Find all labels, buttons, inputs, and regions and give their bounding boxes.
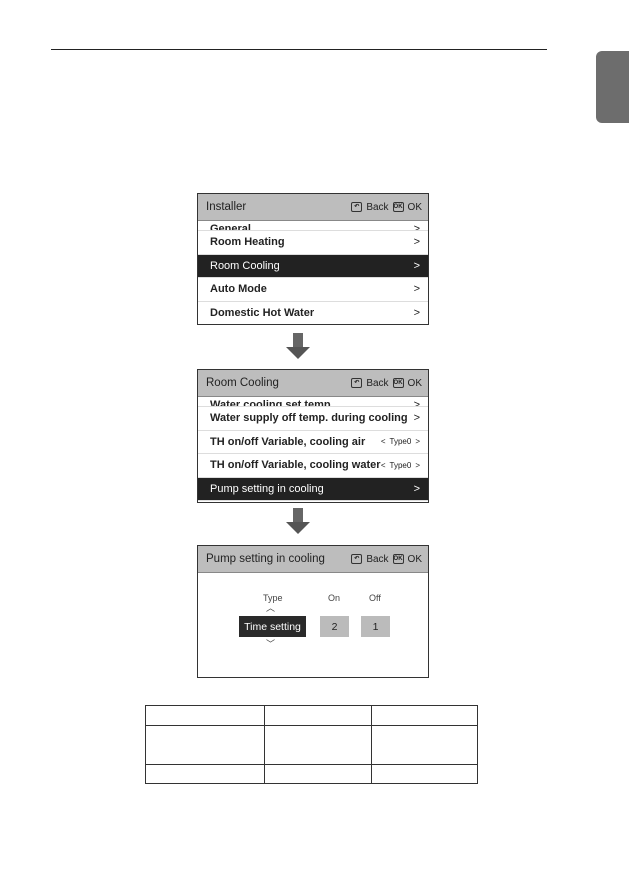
table-cell [145,764,265,784]
chevron-right-icon[interactable]: > [415,437,420,446]
menu-item-general[interactable]: General > [198,221,428,231]
chapter-tab [596,51,629,123]
table-row [145,764,478,784]
table-cell [145,725,265,765]
menu-item-domestic-hot-water[interactable]: Domestic Hot Water > [198,302,428,325]
chevron-down-icon[interactable]: ﹀ [266,637,275,650]
menu-item-th-cooling-air[interactable]: TH on/off Variable, cooling air < Type0 > [198,431,428,454]
table-cell [264,725,372,765]
off-value-field[interactable]: 1 [361,616,390,637]
table-cell [371,764,478,784]
chevron-left-icon[interactable]: < [381,437,386,446]
chevron-right-icon: > [413,236,420,249]
back-button[interactable]: Back [366,378,388,389]
ok-button[interactable]: OK [408,202,422,213]
type-selector[interactable]: Time setting [239,616,306,637]
chevron-right-icon: > [413,259,420,272]
room-cooling-screen: Room Cooling ↶ Back OK OK Water cooling … [197,369,429,503]
screen-header: Pump setting in cooling ↶ Back OK OK [198,546,428,573]
table-cell [264,705,372,726]
ok-icon[interactable]: OK [392,378,404,388]
back-arrow-icon[interactable]: ↶ [351,378,363,388]
back-button[interactable]: Back [366,202,388,213]
chevron-up-icon[interactable]: ︿ [266,601,275,614]
ok-button[interactable]: OK [408,378,422,389]
screen-title: Installer [206,201,247,213]
menu-item-water-cooling-set-temp[interactable]: Water cooling set temp. > [198,397,428,407]
menu-item-th-cooling-water[interactable]: TH on/off Variable, cooling water < Type0… [198,454,428,478]
down-arrow-icon [286,508,310,534]
chevron-right-icon: > [413,223,420,231]
menu-item-room-cooling[interactable]: Room Cooling > [198,254,428,278]
table-cell [371,725,478,765]
table-row [145,705,478,726]
chevron-right-icon[interactable]: > [415,461,420,470]
table-cell [145,705,265,726]
menu-item-auto-mode[interactable]: Auto Mode > [198,278,428,302]
option-value: Type0 [389,460,412,470]
chevron-right-icon: > [413,283,420,296]
menu-item-pump-setting[interactable]: Pump setting in cooling > [198,477,428,501]
screen-title: Pump setting in cooling [206,553,325,565]
ok-icon[interactable]: OK [392,202,404,212]
option-value: Type0 [389,437,412,447]
menu-item-room-heating[interactable]: Room Heating > [198,231,428,255]
table-cell [264,764,372,784]
screen-title: Room Cooling [206,377,279,389]
pump-setting-screen: Pump setting in cooling ↶ Back OK OK Typ… [197,545,429,678]
header-rule [51,49,547,50]
back-arrow-icon[interactable]: ↶ [351,554,363,564]
back-button[interactable]: Back [366,554,388,565]
menu-item-water-supply-off-temp[interactable]: Water supply off temp. during cooling > [198,407,428,431]
chevron-right-icon: > [413,482,420,495]
back-arrow-icon[interactable]: ↶ [351,202,363,212]
table-cell [371,705,478,726]
chevron-right-icon: > [413,412,420,425]
on-label: On [328,593,341,603]
screen-header: Room Cooling ↶ Back OK OK [198,370,428,397]
chevron-left-icon[interactable]: < [381,461,386,470]
ok-button[interactable]: OK [408,554,422,565]
down-arrow-icon [286,333,310,359]
ok-icon[interactable]: OK [392,554,404,564]
table-row [145,725,478,765]
on-value-field[interactable]: 2 [320,616,349,637]
settings-table [145,705,478,784]
screen-header: Installer ↶ Back OK OK [198,194,428,221]
chevron-right-icon: > [413,306,420,319]
installer-screen: Installer ↶ Back OK OK General > Room Hea… [197,193,429,325]
off-label: Off [369,593,381,603]
chevron-right-icon: > [413,399,420,407]
